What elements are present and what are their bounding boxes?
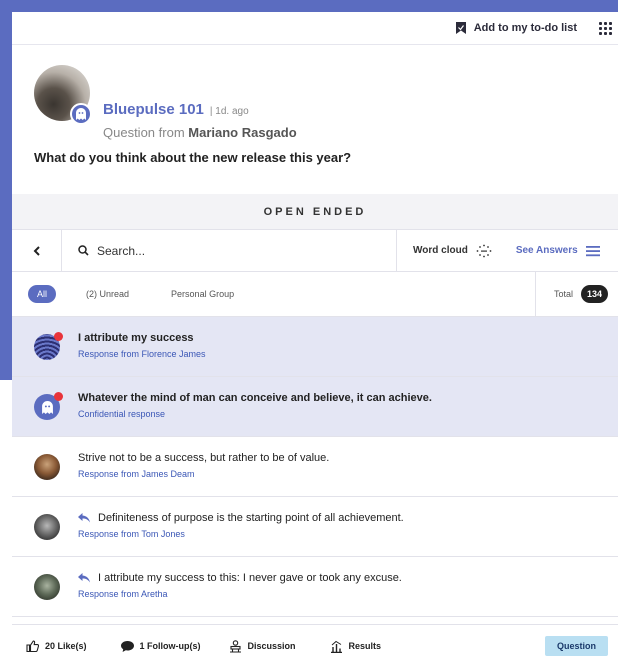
bookmark-icon <box>455 22 466 34</box>
question-button[interactable]: Question <box>544 636 608 656</box>
unread-dot-icon <box>54 332 63 341</box>
question-type-label: OPEN ENDED <box>12 194 618 230</box>
back-button[interactable] <box>12 229 62 272</box>
response-list: I attribute my success Response from Flo… <box>12 317 618 617</box>
search-icon <box>78 245 89 256</box>
footer-bar: 20 Like(s) 1 Follow-up(s) Discussion Res… <box>12 624 618 667</box>
question-text: What do you think about the new release … <box>34 150 352 165</box>
filter-bar: All (2) Unread Personal Group Total 134 <box>12 271 618 317</box>
response-item[interactable]: I attribute my success to this: I never … <box>12 557 618 617</box>
responder-avatar <box>34 514 60 540</box>
reply-icon <box>78 513 90 523</box>
chat-bubble-icon <box>120 640 134 652</box>
post-time: | 1d. ago <box>209 106 249 117</box>
question-card: Add to my to-do list Bluepulse 101 | 1d.… <box>12 12 618 667</box>
response-text: Definiteness of purpose is the starting … <box>98 512 404 524</box>
question-header: Bluepulse 101 | 1d. ago Question from Ma… <box>12 45 618 153</box>
responder-avatar <box>34 454 60 480</box>
top-bar: Add to my to-do list <box>12 12 618 45</box>
response-text: I attribute my success to this: I never … <box>98 572 402 584</box>
response-text-row: Definiteness of purpose is the starting … <box>78 512 404 524</box>
response-text: Whatever the mind of man can conceive an… <box>78 392 432 404</box>
unread-dot-icon <box>54 392 63 401</box>
pulse-title[interactable]: Bluepulse 101 <box>103 101 204 118</box>
question-author-name: Mariano Rasgado <box>188 125 297 140</box>
search-input[interactable]: Search... <box>62 229 397 272</box>
thumbs-up-icon <box>26 640 39 652</box>
response-author[interactable]: Response from James Deam <box>78 469 329 479</box>
responder-avatar <box>34 574 60 600</box>
see-answers-label: See Answers <box>515 245 578 256</box>
word-cloud-button[interactable]: Word cloud <box>397 244 492 258</box>
response-item[interactable]: Strive not to be a success, but rather t… <box>12 437 618 497</box>
response-text: I attribute my success <box>78 332 194 344</box>
total-count: Total 134 <box>534 271 618 317</box>
add-to-todo-button[interactable]: Add to my to-do list <box>455 22 577 34</box>
apps-grid-icon[interactable] <box>599 21 612 35</box>
reply-icon <box>78 573 90 583</box>
response-author[interactable]: Response from Aretha <box>78 589 402 599</box>
like-count: 20 Like(s) <box>45 641 87 651</box>
anonymous-badge-icon <box>70 103 92 125</box>
results-icon <box>330 640 342 653</box>
like-button[interactable]: 20 Like(s) <box>26 640 87 652</box>
word-cloud-icon <box>476 244 492 257</box>
search-placeholder: Search... <box>97 243 146 258</box>
response-author[interactable]: Response from Florence James <box>78 349 206 359</box>
results-button[interactable]: Results <box>330 640 382 653</box>
response-author: Confidential response <box>78 409 166 419</box>
filter-unread-tab[interactable]: (2) Unread <box>86 289 129 299</box>
filter-all-tab[interactable]: All <box>28 285 57 303</box>
discussion-button[interactable]: Discussion <box>229 639 296 653</box>
see-answers-button[interactable]: See Answers <box>516 245 600 257</box>
background-band-left-light <box>0 380 12 667</box>
followup-button[interactable]: 1 Follow-up(s) <box>120 640 201 652</box>
list-icon <box>585 245 600 256</box>
total-label: Total <box>553 289 573 299</box>
title-row: Bluepulse 101 | 1d. ago <box>103 101 249 118</box>
response-text: Strive not to be a success, but rather t… <box>78 452 330 464</box>
total-count-badge: 134 <box>580 285 608 303</box>
ghost-icon <box>41 400 53 414</box>
results-label: Results <box>348 641 382 651</box>
response-item[interactable]: Whatever the mind of man can conceive an… <box>12 377 618 437</box>
add-to-todo-label: Add to my to-do list <box>473 22 577 34</box>
response-item[interactable]: Definiteness of purpose is the starting … <box>12 497 618 557</box>
response-item[interactable]: I attribute my success Response from Flo… <box>12 317 618 377</box>
discussion-label: Discussion <box>247 641 296 651</box>
word-cloud-label: Word cloud <box>413 245 468 256</box>
chevron-left-icon <box>33 245 40 256</box>
question-from-prefix: Question from <box>103 125 185 140</box>
response-author[interactable]: Response from Tom Jones <box>78 529 404 539</box>
response-text-row: I attribute my success to this: I never … <box>78 572 402 584</box>
followup-count: 1 Follow-up(s) <box>139 641 201 651</box>
filter-group-tab[interactable]: Personal Group <box>171 289 234 299</box>
discussion-icon <box>229 639 241 653</box>
question-author: Question from Mariano Rasgado <box>103 125 297 140</box>
search-toolbar: Search... Word cloud See Answers <box>12 229 618 272</box>
background-band-top <box>0 0 618 12</box>
